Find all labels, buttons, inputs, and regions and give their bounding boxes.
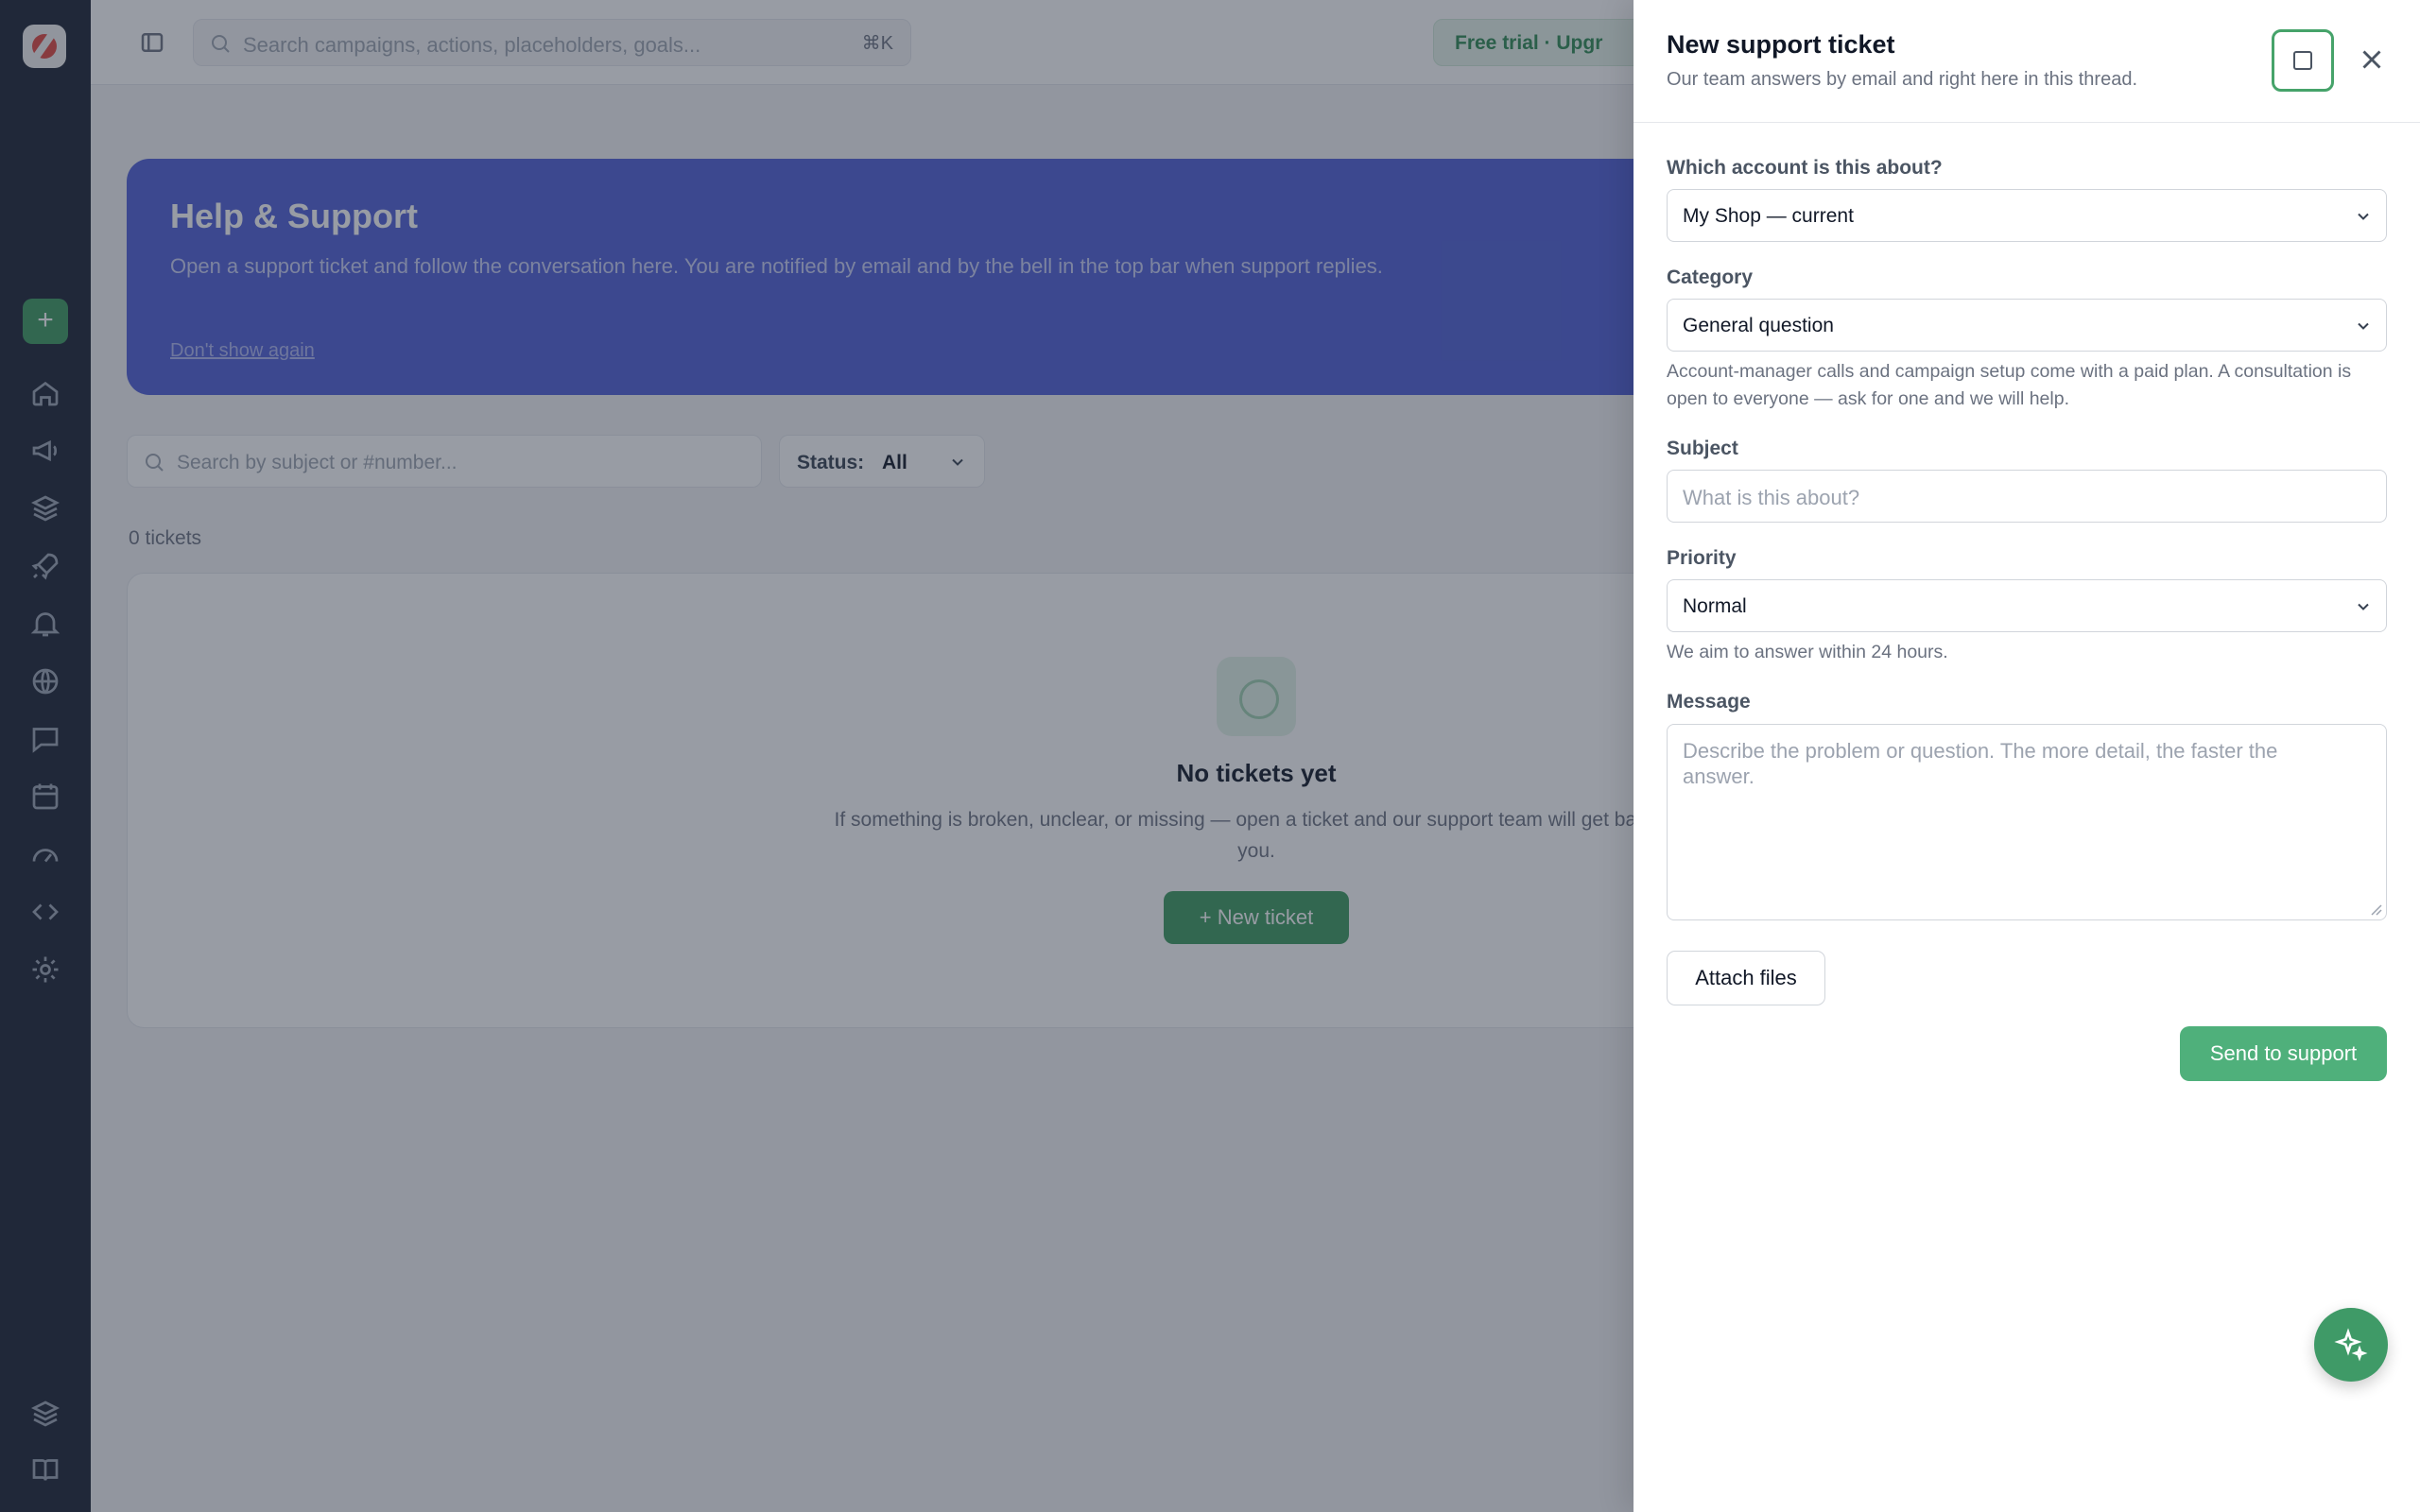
assistant-button[interactable] — [2314, 1308, 2388, 1382]
resize-grip-icon[interactable] — [2369, 902, 2382, 916]
priority-hint: We aim to answer within 24 hours. — [1667, 642, 1948, 662]
account-label: Which account is this about? — [1667, 157, 1943, 179]
drawer-subtitle: Our team answers by email and right here… — [1667, 69, 2138, 90]
message-label: Message — [1667, 691, 1751, 713]
message-textarea[interactable]: Describe the problem or question. The mo… — [1667, 724, 2387, 920]
close-icon[interactable] — [2356, 43, 2388, 76]
subject-label: Subject — [1667, 438, 1738, 459]
chevron-down-icon — [2354, 597, 2373, 616]
message-placeholder: Describe the problem or question. The mo… — [1683, 739, 2278, 788]
attach-files-button[interactable]: Attach files — [1667, 951, 1825, 1005]
category-label: Category — [1667, 266, 1754, 288]
subject-input[interactable]: What is this about? — [1667, 470, 2387, 523]
drawer-title: New support ticket — [1667, 30, 1895, 59]
priority-label: Priority — [1667, 547, 1737, 569]
maximize-icon — [2293, 51, 2312, 70]
account-select-value: My Shop — current — [1683, 205, 1854, 227]
category-select[interactable]: General question — [1667, 299, 2387, 352]
drawer-header: New support ticket Our team answers by e… — [1634, 0, 2420, 123]
new-ticket-drawer: New support ticket Our team answers by e… — [1634, 0, 2420, 1512]
chevron-down-icon — [2354, 207, 2373, 226]
sparkle-icon — [2334, 1328, 2368, 1362]
send-to-support-button[interactable]: Send to support — [2180, 1026, 2387, 1081]
category-select-value: General question — [1683, 315, 1834, 336]
priority-select-value: Normal — [1683, 595, 1747, 617]
priority-select[interactable]: Normal — [1667, 579, 2387, 632]
maximize-button[interactable] — [2272, 29, 2334, 92]
chevron-down-icon — [2354, 317, 2373, 335]
subject-placeholder: What is this about? — [1683, 486, 1860, 509]
category-hint: Account-manager calls and campaign setup… — [1667, 361, 2352, 409]
account-select[interactable]: My Shop — current — [1667, 189, 2387, 242]
